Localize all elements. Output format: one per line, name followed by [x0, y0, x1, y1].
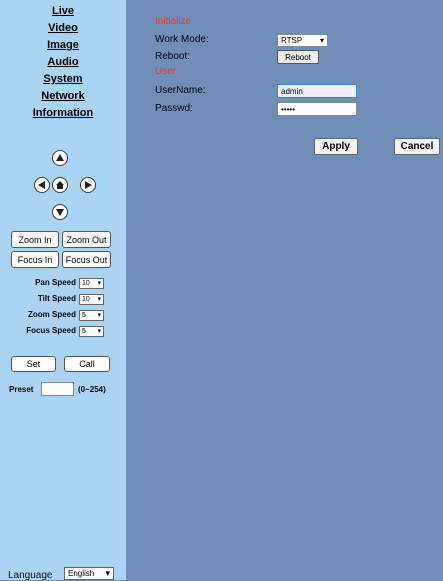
- pan-speed-value: 10: [82, 280, 90, 287]
- cancel-button[interactable]: Cancel: [394, 138, 440, 155]
- focus-speed-value: 5: [82, 328, 86, 335]
- preset-set-button[interactable]: Set: [11, 356, 56, 372]
- nav-image[interactable]: Image: [0, 39, 126, 52]
- reboot-button[interactable]: Reboot: [277, 50, 319, 64]
- zoom-speed-label: Zoom Speed: [27, 310, 76, 319]
- tilt-speed-select[interactable]: 10 ▾: [79, 294, 104, 305]
- preset-label: Preset: [9, 385, 34, 394]
- nav-audio[interactable]: Audio: [0, 56, 126, 69]
- nav-video[interactable]: Video: [0, 22, 126, 35]
- nav-network[interactable]: Network: [0, 90, 126, 103]
- chevron-down-icon: ▾: [97, 280, 101, 287]
- language-label: Language: [8, 570, 53, 581]
- right-arrow-icon: [85, 181, 92, 189]
- reboot-label: Reboot:: [155, 51, 191, 62]
- zoom-in-button[interactable]: Zoom In: [11, 231, 59, 248]
- chevron-down-icon: ▾: [319, 36, 324, 45]
- user-heading: User: [155, 66, 177, 77]
- chevron-down-icon: ▾: [97, 296, 101, 303]
- chevron-down-icon: ▾: [97, 312, 101, 319]
- password-label: Passwd:: [155, 103, 193, 114]
- pan-left-button[interactable]: [34, 177, 50, 193]
- apply-button[interactable]: Apply: [314, 138, 358, 155]
- focus-out-button[interactable]: Focus Out: [62, 251, 111, 268]
- password-input[interactable]: •••••: [277, 102, 357, 116]
- settings-panel: Initialize Work Mode: RTSP ▾ Reboot: Rebo…: [126, 0, 443, 580]
- pan-speed-select[interactable]: 10 ▾: [79, 278, 104, 289]
- tilt-down-button[interactable]: [52, 204, 68, 220]
- pan-right-button[interactable]: [80, 177, 96, 193]
- zoom-speed-value: 5: [82, 312, 86, 319]
- zoom-speed-select[interactable]: 5 ▾: [79, 310, 104, 321]
- left-arrow-icon: [38, 181, 45, 189]
- chevron-down-icon: ▾: [97, 328, 101, 335]
- preset-call-button[interactable]: Call: [64, 356, 110, 372]
- pan-speed-label: Pan Speed: [35, 278, 76, 287]
- work-mode-label: Work Mode:: [155, 34, 209, 45]
- username-label: UserName:: [155, 85, 206, 96]
- chevron-down-icon: ▾: [105, 568, 110, 578]
- work-mode-value: RTSP: [281, 36, 303, 45]
- work-mode-select[interactable]: RTSP ▾: [277, 34, 328, 47]
- preset-range: (0~254): [78, 385, 106, 394]
- sidebar: Live Video Image Audio System Network In…: [0, 0, 126, 581]
- zoom-out-button[interactable]: Zoom Out: [62, 231, 111, 248]
- home-icon: [56, 181, 64, 189]
- home-button[interactable]: [52, 177, 68, 193]
- language-select[interactable]: English ▾: [64, 567, 114, 580]
- focus-speed-label: Focus Speed: [26, 326, 76, 335]
- down-arrow-icon: [56, 209, 64, 216]
- preset-input[interactable]: [41, 382, 74, 396]
- language-value: English: [68, 569, 95, 578]
- pan-up-button[interactable]: [52, 150, 68, 166]
- focus-in-button[interactable]: Focus In: [11, 251, 59, 268]
- tilt-speed-label: Tilt Speed: [37, 294, 76, 303]
- tilt-speed-value: 10: [82, 296, 90, 303]
- initialize-heading: Initialize: [155, 16, 192, 27]
- focus-speed-select[interactable]: 5 ▾: [79, 326, 104, 337]
- nav-system[interactable]: System: [0, 73, 126, 86]
- nav-information[interactable]: Information: [0, 107, 126, 120]
- up-arrow-icon: [56, 154, 64, 161]
- username-input[interactable]: admin: [277, 84, 357, 98]
- nav-live[interactable]: Live: [0, 5, 126, 18]
